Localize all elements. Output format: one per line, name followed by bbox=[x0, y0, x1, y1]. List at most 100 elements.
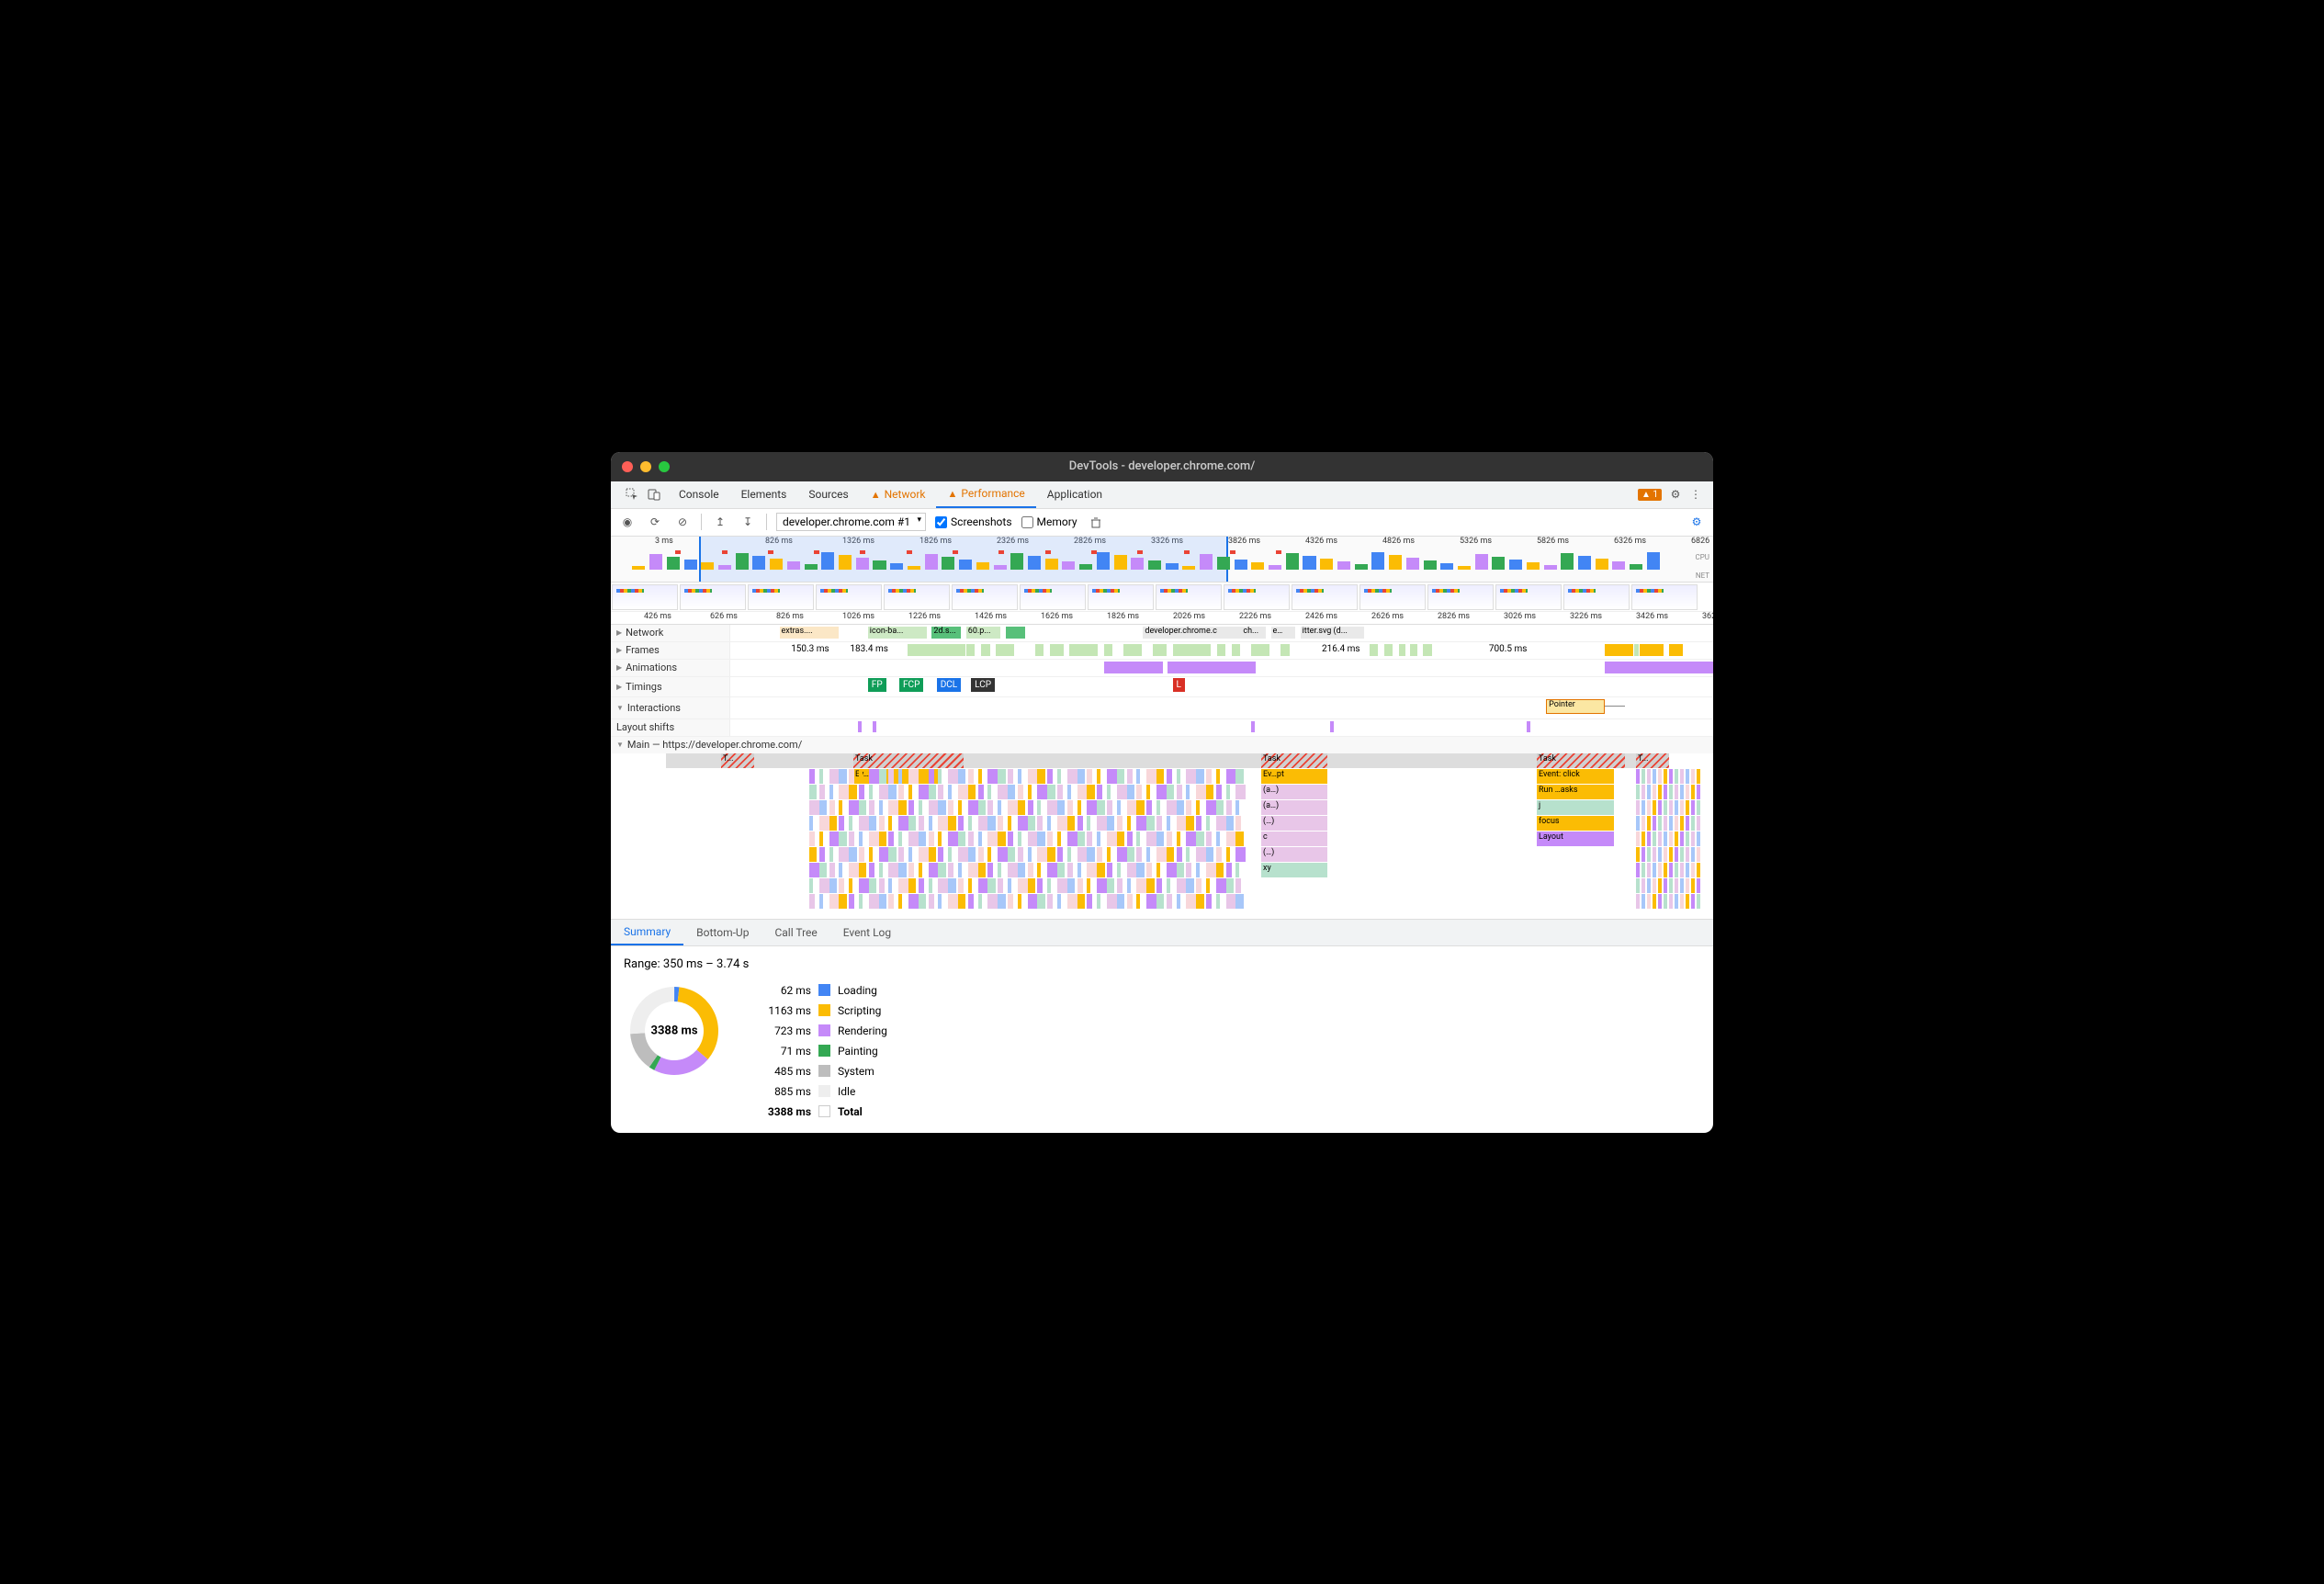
flame-block[interactable] bbox=[1647, 832, 1651, 846]
flame-block[interactable] bbox=[1117, 769, 1124, 784]
flame-block[interactable] bbox=[1235, 800, 1239, 815]
flame-block[interactable] bbox=[1136, 894, 1140, 909]
flame-block[interactable] bbox=[1697, 832, 1700, 846]
flame-block[interactable] bbox=[829, 894, 840, 909]
flame-block[interactable] bbox=[1669, 769, 1673, 784]
flame-block[interactable] bbox=[1636, 832, 1640, 846]
flame-block[interactable] bbox=[1669, 800, 1673, 815]
flame-block[interactable] bbox=[1057, 816, 1067, 831]
flame-block[interactable] bbox=[1167, 832, 1172, 846]
flame-block[interactable] bbox=[1653, 878, 1656, 893]
screenshots-checkbox[interactable]: Screenshots bbox=[935, 515, 1011, 528]
flame-block[interactable] bbox=[1186, 894, 1196, 909]
flame-block[interactable] bbox=[929, 785, 936, 799]
flame-block[interactable] bbox=[819, 800, 827, 815]
flame-block[interactable] bbox=[1107, 894, 1117, 909]
flame-block[interactable] bbox=[859, 785, 864, 799]
flame-block[interactable] bbox=[1664, 894, 1667, 909]
flame-block[interactable] bbox=[1658, 863, 1662, 877]
flame-block[interactable] bbox=[1087, 878, 1090, 893]
flame-block[interactable] bbox=[1686, 847, 1689, 862]
flame-block[interactable] bbox=[898, 863, 906, 877]
flame-block[interactable] bbox=[987, 800, 993, 815]
flame-task[interactable]: Task bbox=[853, 753, 964, 768]
flame-block[interactable] bbox=[849, 785, 856, 799]
filmstrip-thumbnail[interactable] bbox=[952, 584, 1018, 610]
flame-block[interactable] bbox=[929, 800, 939, 815]
flame-block[interactable] bbox=[1087, 816, 1090, 831]
flame-block[interactable] bbox=[1669, 894, 1673, 909]
flame-block[interactable] bbox=[978, 769, 982, 784]
layout-shift[interactable] bbox=[1330, 721, 1334, 732]
flame-block[interactable] bbox=[1136, 832, 1140, 846]
flame-block[interactable] bbox=[968, 816, 972, 831]
flame-block[interactable] bbox=[1658, 878, 1662, 893]
flame-block[interactable]: (a…) bbox=[1261, 800, 1327, 815]
frame-block[interactable] bbox=[1232, 644, 1242, 656]
settings-gear-icon[interactable]: ⚙ bbox=[1669, 488, 1682, 501]
flame-block[interactable] bbox=[1680, 878, 1684, 893]
frame-block[interactable] bbox=[966, 644, 976, 656]
flame-block[interactable] bbox=[1097, 863, 1104, 877]
flame-block[interactable] bbox=[998, 832, 1005, 846]
flame-block[interactable] bbox=[829, 816, 837, 831]
frame-block[interactable] bbox=[981, 644, 991, 656]
flame-block[interactable] bbox=[998, 785, 1008, 799]
flame-block[interactable] bbox=[869, 785, 873, 799]
flame-block[interactable] bbox=[1664, 785, 1667, 799]
disclosure-triangle-icon[interactable]: ▶ bbox=[616, 628, 622, 637]
flame-block[interactable] bbox=[1177, 878, 1187, 893]
flame-block[interactable] bbox=[908, 894, 919, 909]
flame-block[interactable] bbox=[898, 894, 902, 909]
flame-block[interactable] bbox=[1008, 847, 1015, 862]
garbage-collect-icon[interactable] bbox=[1087, 513, 1105, 531]
flame-block[interactable] bbox=[1216, 785, 1222, 799]
flame-block[interactable] bbox=[1206, 863, 1216, 877]
flame-block[interactable] bbox=[1127, 894, 1133, 909]
flame-block[interactable] bbox=[879, 847, 889, 862]
flame-block[interactable] bbox=[1697, 863, 1700, 877]
tab-elements[interactable]: Elements bbox=[730, 481, 798, 508]
flame-block[interactable] bbox=[1127, 800, 1137, 815]
flame-block[interactable] bbox=[1680, 816, 1684, 831]
flame-block[interactable] bbox=[1136, 878, 1146, 893]
flame-block[interactable] bbox=[1008, 894, 1013, 909]
flame-block[interactable] bbox=[1675, 863, 1678, 877]
flame-block[interactable] bbox=[998, 863, 1001, 877]
flame-block[interactable] bbox=[1235, 769, 1243, 784]
flame-block[interactable] bbox=[1216, 847, 1222, 862]
flame-block[interactable] bbox=[1028, 832, 1038, 846]
network-request[interactable]: itter.svg (d... bbox=[1301, 627, 1365, 639]
flame-block[interactable] bbox=[1216, 816, 1226, 831]
flame-block[interactable] bbox=[869, 847, 873, 862]
flame-block[interactable] bbox=[938, 785, 943, 799]
flame-block[interactable] bbox=[809, 785, 817, 799]
flame-block[interactable] bbox=[1196, 785, 1206, 799]
flame-block[interactable] bbox=[1107, 878, 1114, 893]
frame-block[interactable] bbox=[1123, 644, 1143, 656]
flame-block[interactable] bbox=[849, 800, 859, 815]
flame-block[interactable] bbox=[987, 878, 995, 893]
frames-lane[interactable]: ▶Frames 150.3 ms 183.4 ms 216.4 ms 700.5… bbox=[611, 642, 1713, 660]
flame-block[interactable] bbox=[829, 832, 840, 846]
flame-block[interactable] bbox=[1107, 800, 1112, 815]
flame-block[interactable] bbox=[1146, 800, 1152, 815]
flame-block[interactable] bbox=[1691, 769, 1695, 784]
flame-block[interactable] bbox=[879, 769, 886, 784]
flame-block[interactable] bbox=[809, 863, 819, 877]
flame-block[interactable] bbox=[1117, 800, 1121, 815]
flame-block[interactable] bbox=[1047, 832, 1053, 846]
flame-block[interactable] bbox=[869, 832, 879, 846]
filmstrip-thumbnail[interactable] bbox=[748, 584, 814, 610]
capture-settings-gear-icon[interactable]: ⚙ bbox=[1687, 513, 1706, 531]
flame-block[interactable] bbox=[1146, 894, 1156, 909]
flame-block[interactable] bbox=[1675, 847, 1678, 862]
flame-block[interactable] bbox=[919, 769, 926, 784]
timing-marker-dcl[interactable]: DCL bbox=[937, 678, 961, 692]
disclosure-triangle-icon[interactable]: ▶ bbox=[616, 683, 622, 691]
flame-block[interactable] bbox=[1156, 894, 1164, 909]
flame-block[interactable] bbox=[919, 816, 924, 831]
flame-block[interactable] bbox=[1057, 769, 1061, 784]
flame-block[interactable] bbox=[1641, 878, 1645, 893]
flame-task-row-bg[interactable] bbox=[666, 753, 1658, 768]
